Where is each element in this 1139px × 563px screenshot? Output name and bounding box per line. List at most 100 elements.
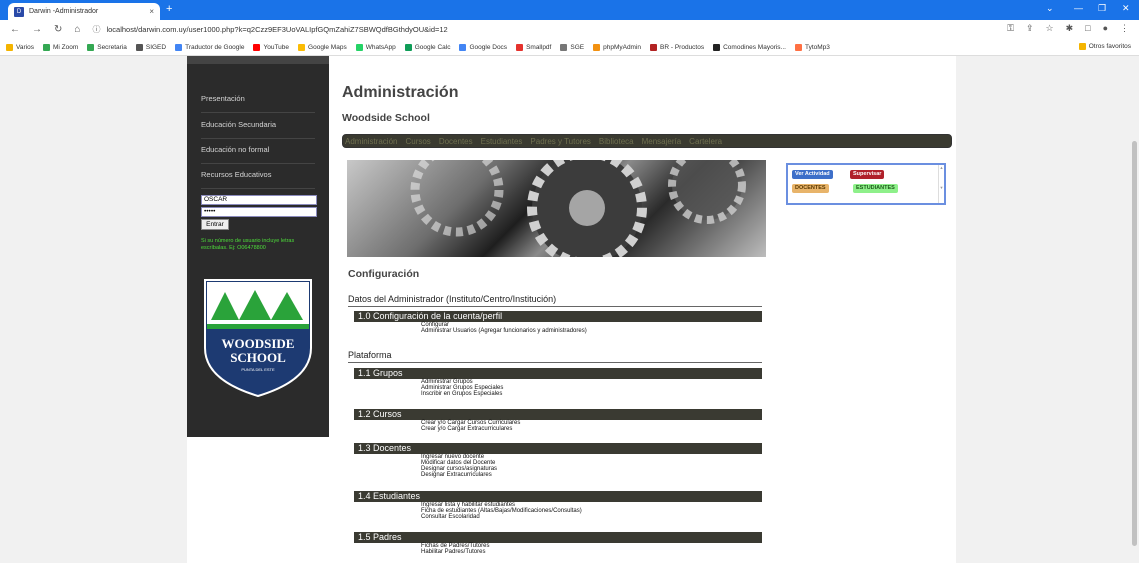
site-info-icon[interactable]: ⓘ (92, 24, 100, 35)
sidebar-item-no-formal[interactable]: Educación no formal (201, 145, 269, 154)
config-group-header: 1.2 Cursos (354, 409, 762, 420)
forward-icon[interactable]: → (32, 24, 42, 35)
sidebar-top-strip (187, 56, 329, 64)
bookmark-item[interactable]: YouTube (253, 43, 290, 51)
logo-text-woodside: WOODSIDE (222, 336, 295, 351)
bookmark-label: Varios (16, 43, 34, 51)
bookmark-favicon-icon (6, 43, 13, 51)
bookmark-item[interactable]: WhatsApp (355, 43, 396, 51)
bookmark-item[interactable]: SIGED (135, 43, 166, 51)
bookmark-item[interactable]: Secretaria (87, 43, 127, 51)
divider (201, 188, 315, 189)
bookmark-label: Secretaria (97, 43, 127, 51)
bookmark-label: YouTube (263, 43, 290, 51)
gears-banner-image (347, 160, 766, 257)
bookmark-favicon-icon (560, 43, 568, 51)
bookmark-item[interactable]: BR - Productos (650, 43, 705, 51)
bookmark-item[interactable]: phpMyAdmin (593, 43, 641, 51)
bookmark-item[interactable]: Comodines Mayoris... (713, 43, 786, 51)
config-link[interactable]: Habilitar Padres/Tutores (421, 549, 485, 556)
star-icon[interactable]: ☆ (1046, 23, 1054, 34)
config-group-header: 1.0 Configuración de la cuenta/perfil (354, 311, 762, 322)
bookmark-item[interactable]: Varios (6, 43, 34, 51)
username-input[interactable]: OSCAR (201, 195, 317, 205)
ver-actividad-button[interactable]: Ver Actividad (792, 170, 833, 179)
bookmark-item[interactable]: Google Maps (298, 43, 347, 51)
bookmark-label: TytoMp3 (804, 43, 830, 51)
config-group-header: 1.5 Padres (354, 532, 762, 543)
other-bookmarks[interactable]: Otros favoritos (1078, 43, 1131, 50)
sidebar-item-secundaria[interactable]: Educación Secundaria (201, 120, 276, 129)
close-window-icon[interactable]: ✕ (1122, 3, 1130, 14)
divider (348, 362, 762, 363)
profile-avatar-icon[interactable]: ● (1103, 23, 1108, 34)
bookmark-item[interactable]: Google Calc (404, 43, 451, 51)
estudiantes-button[interactable]: ESTUDIANTES (853, 184, 898, 193)
sidebar-item-presentacion[interactable]: Presentación (201, 94, 245, 103)
bookmark-favicon-icon (794, 43, 802, 51)
menu-dots-icon[interactable]: ⋮ (1120, 23, 1129, 34)
activity-widget: Ver Actividad Supervisar DOCENTES ESTUDI… (786, 163, 946, 205)
key-icon[interactable]: ⚿ (1007, 23, 1014, 34)
docentes-button[interactable]: DOCENTES (792, 184, 829, 193)
login-hint: Si su número de usuario incluye letras e… (201, 238, 295, 251)
config-group-header: 1.4 Estudiantes (354, 491, 762, 502)
supervisar-button[interactable]: Supervisar (850, 170, 885, 179)
menu-item[interactable]: Biblioteca (599, 137, 634, 146)
menu-item[interactable]: Docentes (439, 137, 473, 146)
menu-item[interactable]: Estudiantes (481, 137, 523, 146)
main-menu: Administración Cursos Docentes Estudiantes P… (342, 134, 952, 148)
home-icon[interactable]: ⌂ (74, 24, 80, 35)
bookmark-item[interactable]: SGE (560, 43, 584, 51)
back-icon[interactable]: ← (10, 24, 20, 35)
tab-search-icon[interactable]: ⌄ (1046, 3, 1054, 14)
close-tab-icon[interactable]: × (149, 7, 154, 16)
bookmark-label: BR - Productos (660, 43, 705, 51)
config-link[interactable]: Designar Extracurriculares (421, 472, 492, 479)
share-icon[interactable]: ⇪ (1026, 23, 1034, 34)
config-link[interactable]: Administrar Usuarios (Agregar funcionari… (421, 328, 587, 335)
menu-item[interactable]: Cartelera (689, 137, 722, 146)
widget-scrollbar[interactable]: ▲ ▼ (938, 165, 944, 203)
bookmark-item[interactable]: TytoMp3 (794, 43, 830, 51)
divider (201, 112, 315, 113)
bookmark-favicon-icon (87, 43, 95, 51)
bookmark-favicon-icon (135, 43, 143, 51)
sidebar-item-recursos[interactable]: Recursos Educativos (201, 170, 271, 179)
password-input[interactable]: ••••• (201, 207, 317, 217)
reload-icon[interactable]: ↻ (54, 24, 62, 35)
bookmark-favicon-icon (516, 43, 524, 51)
bookmark-item[interactable]: Mi Zoom (42, 43, 78, 51)
section-admin-heading: Datos del Administrador (Instituto/Centr… (348, 294, 557, 304)
new-tab-icon[interactable]: + (166, 3, 172, 15)
config-link[interactable]: Consultar Escolaridad (421, 514, 480, 521)
logo-text-school: SCHOOL (230, 350, 286, 365)
bookmark-item[interactable]: Google Docs (459, 43, 507, 51)
maximize-icon[interactable]: ❐ (1098, 3, 1106, 14)
bookmark-favicon-icon (650, 43, 658, 51)
bookmark-label: Comodines Mayoris... (723, 43, 786, 51)
login-button[interactable]: Entrar (201, 219, 229, 230)
bookmark-label: WhatsApp (365, 43, 396, 51)
extensions-icon[interactable]: ✱ (1066, 23, 1074, 34)
folder-icon (1078, 43, 1086, 50)
menu-item[interactable]: Cursos (405, 137, 430, 146)
minimize-icon[interactable]: — (1074, 3, 1083, 13)
url-field[interactable]: localhost/darwin.com.uy/user1000.php?k=q… (106, 25, 447, 34)
logo-text-location: PUNTA DEL ESTE (241, 367, 275, 372)
bookmark-item[interactable]: Traductor de Google (175, 43, 244, 51)
sidebar-panel-icon[interactable]: □ (1085, 23, 1090, 34)
menu-item[interactable]: Padres y Tutores (530, 137, 590, 146)
config-link[interactable]: Inscribir en Grupos Especiales (421, 391, 502, 398)
other-bookmarks-label: Otros favoritos (1088, 43, 1131, 50)
bookmark-label: Google Calc (414, 43, 451, 51)
config-link[interactable]: Crear y/o Cargar Extracurriculares (421, 426, 512, 433)
browser-tab[interactable]: D Darwin -Administrador × (8, 3, 160, 20)
menu-item[interactable]: Mensajería (642, 137, 682, 146)
bookmark-item[interactable]: Smallpdf (516, 43, 551, 51)
browser-tab-bar: D Darwin -Administrador × + ⌄ — ❐ ✕ (0, 0, 1139, 20)
page-scrollbar[interactable] (1130, 56, 1139, 563)
scrollbar-thumb[interactable] (1132, 141, 1137, 546)
bookmark-favicon-icon (713, 43, 721, 51)
menu-item[interactable]: Administración (345, 137, 397, 146)
